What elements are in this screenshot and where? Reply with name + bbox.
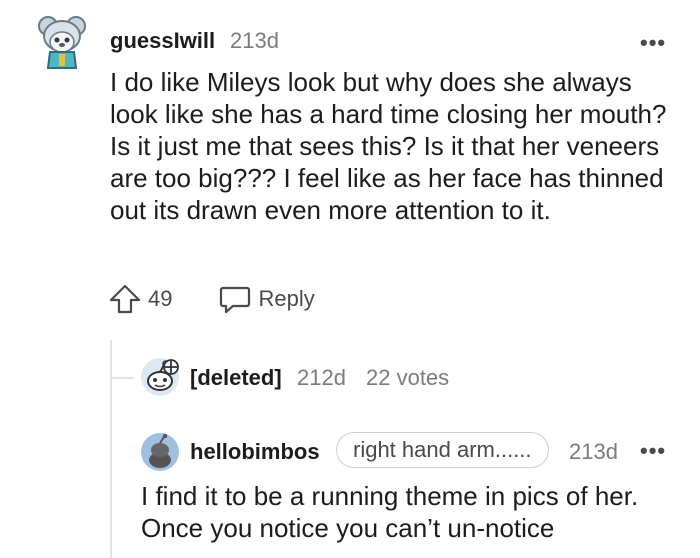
vote-count: 49 bbox=[148, 286, 173, 311]
reply-button[interactable]: Reply bbox=[258, 286, 314, 312]
comment-age: 212d bbox=[297, 365, 346, 390]
user-flair: right hand arm...... bbox=[336, 432, 549, 468]
comment-body: I find it to be a running theme in pics … bbox=[141, 481, 639, 543]
comment-actions: 49 Reply bbox=[108, 282, 315, 316]
vote-count: 22 votes bbox=[366, 365, 450, 390]
upvote-icon[interactable] bbox=[108, 282, 142, 316]
comment-age: 213d bbox=[230, 28, 279, 53]
comment-body: I do like Mileys look but why does she a… bbox=[110, 67, 667, 225]
more-options-icon[interactable]: ••• bbox=[640, 438, 666, 464]
more-options-icon[interactable]: ••• bbox=[640, 30, 666, 56]
reply-icon[interactable] bbox=[218, 282, 252, 316]
thread-branch bbox=[110, 377, 134, 379]
avatar bbox=[140, 357, 180, 397]
avatar[interactable] bbox=[140, 432, 180, 472]
comment-age: 213d bbox=[569, 439, 618, 464]
thread-line[interactable] bbox=[110, 340, 112, 558]
avatar[interactable] bbox=[36, 12, 88, 70]
username: [deleted] bbox=[190, 365, 282, 390]
username[interactable]: guessIwill bbox=[110, 28, 215, 54]
username[interactable]: hellobimbos bbox=[190, 439, 320, 465]
